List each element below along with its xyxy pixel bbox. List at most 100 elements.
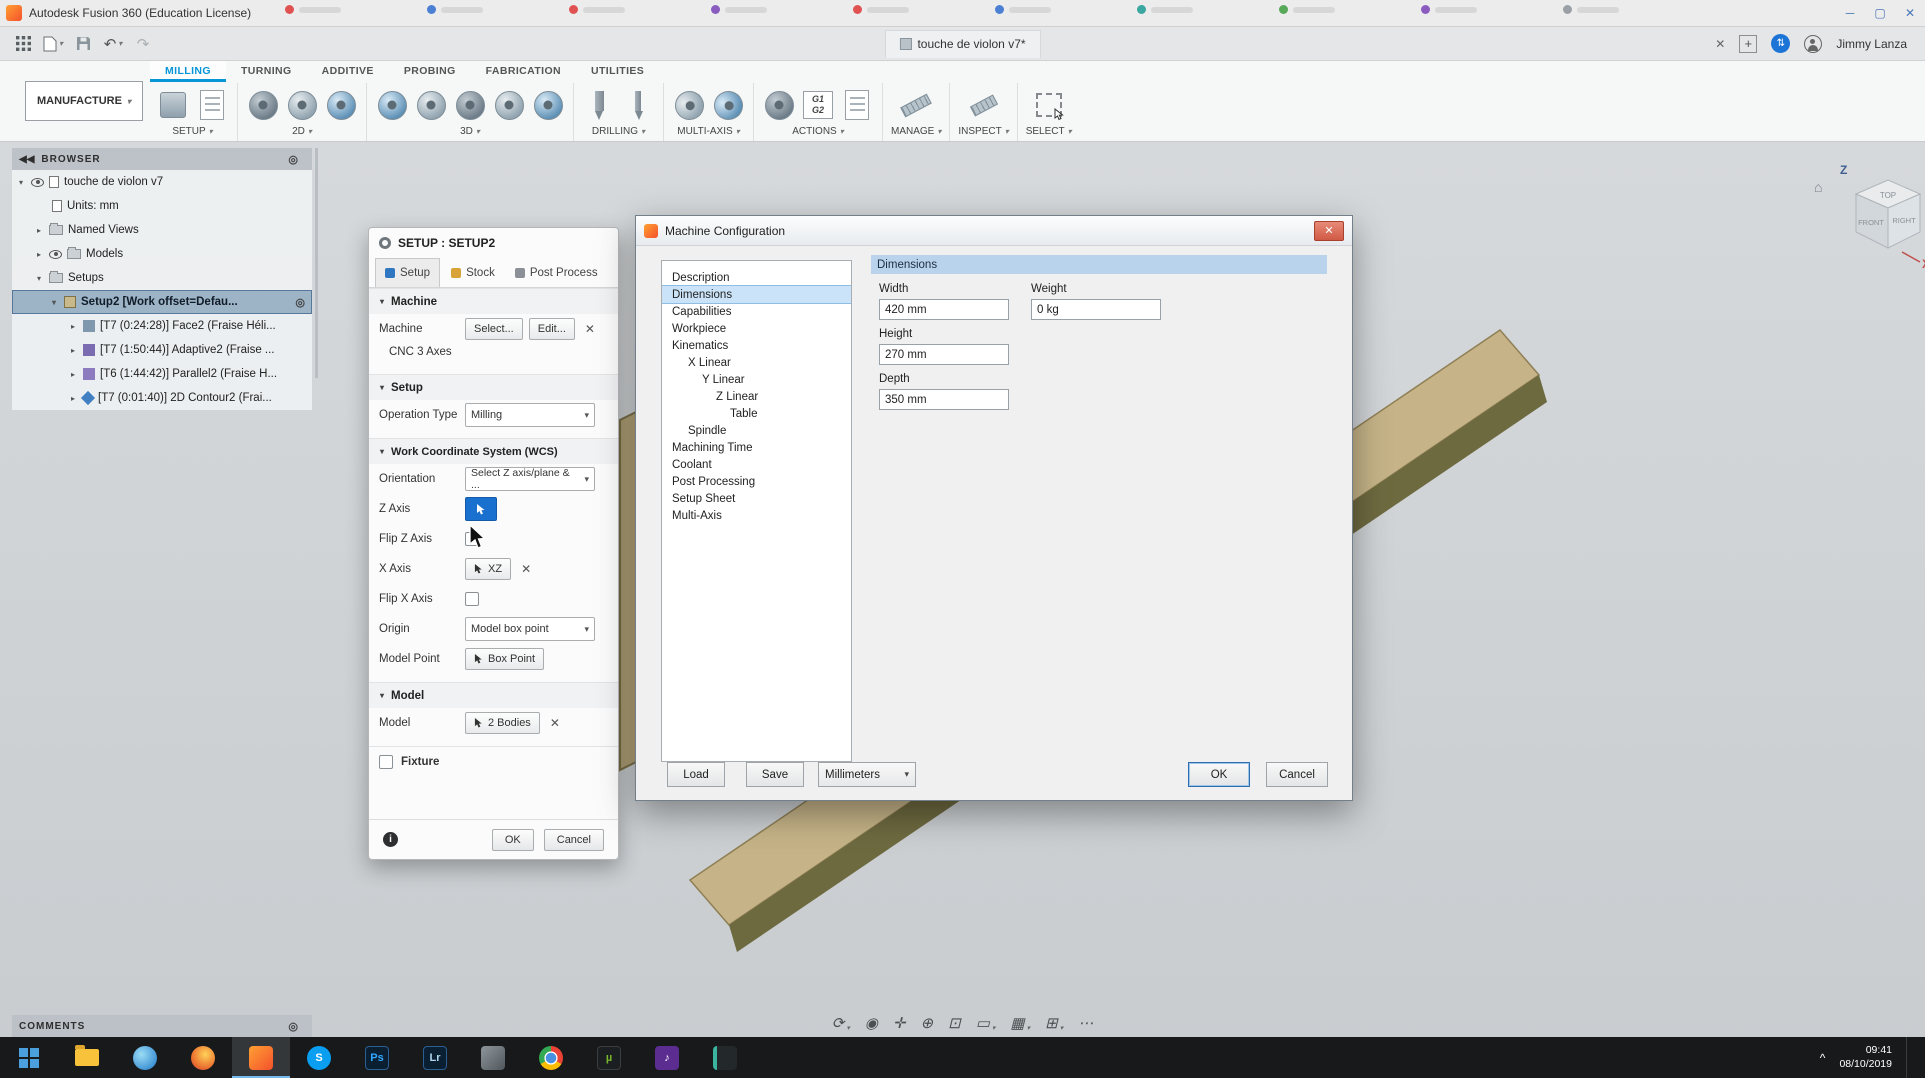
2d-dropdown[interactable]: 2D▾: [292, 126, 312, 137]
close-icon[interactable]: ✕: [1895, 0, 1925, 26]
display-settings-icon[interactable]: ▭▾: [976, 1014, 996, 1032]
file-menu-icon[interactable]: ▾: [38, 30, 68, 58]
ribbon-tab-additive[interactable]: ADDITIVE: [307, 61, 389, 82]
collapse-panel-icon[interactable]: ◀◀: [19, 154, 34, 165]
model-select-button[interactable]: 2 Bodies: [465, 712, 540, 734]
browser-tab[interactable]: [853, 5, 909, 14]
fusion360-icon[interactable]: [232, 1037, 290, 1078]
file-explorer-icon[interactable]: [58, 1037, 116, 1078]
bore-icon[interactable]: [621, 87, 655, 123]
orbit-icon[interactable]: ⟳▾: [832, 1014, 850, 1032]
tree-item-face2[interactable]: ▸[T7 (0:24:28)] Face2 (Fraise Héli...: [12, 314, 312, 338]
video-app-icon[interactable]: [696, 1037, 754, 1078]
tab-close-icon[interactable]: ✕: [1715, 37, 1725, 51]
tree-item-setup2[interactable]: ▾ Setup2 [Work offset=Defau... ◎: [12, 290, 312, 314]
taskbar-clock[interactable]: 09:41 08/10/2019: [1839, 1044, 1892, 1071]
tree-workpiece[interactable]: Workpiece: [662, 320, 851, 337]
new-tab-icon[interactable]: +: [1739, 35, 1757, 53]
machine-select-button[interactable]: Select...: [465, 318, 523, 340]
panel-options-icon[interactable]: ◎: [288, 153, 299, 166]
select-dropdown[interactable]: SELECT▾: [1026, 126, 1072, 137]
browser-tab[interactable]: [285, 5, 341, 14]
comments-panel[interactable]: COMMENTS ◎: [12, 1015, 312, 1037]
more-options-icon[interactable]: ⋯: [1078, 1014, 1093, 1032]
browser-tab[interactable]: [427, 5, 483, 14]
ribbon-tab-utilities[interactable]: UTILITIES: [576, 61, 659, 82]
edge-browser-icon[interactable]: [116, 1037, 174, 1078]
app-grid-icon[interactable]: [8, 30, 38, 58]
tab-setup[interactable]: Setup: [375, 258, 440, 287]
flip-z-checkbox[interactable]: [465, 532, 479, 546]
setup-sheet-report-icon[interactable]: [840, 87, 874, 123]
comments-options-icon[interactable]: ◎: [288, 1020, 299, 1033]
pan-icon[interactable]: ✛: [893, 1014, 906, 1032]
width-input[interactable]: [879, 299, 1009, 320]
tree-item-2dcontour2[interactable]: ▸[T7 (0:01:40)] 2D Contour2 (Frai...: [12, 386, 312, 410]
maximize-icon[interactable]: ▢: [1865, 0, 1895, 26]
2d-pocket-icon[interactable]: [285, 87, 319, 123]
model-clear-icon[interactable]: ✕: [550, 716, 560, 730]
visibility-icon[interactable]: [31, 178, 44, 187]
tree-item-named-views[interactable]: ▸Named Views: [12, 218, 312, 242]
section-model[interactable]: ▾Model: [369, 682, 618, 708]
units-dropdown[interactable]: Millimeters▾: [818, 762, 916, 787]
depth-input[interactable]: [879, 389, 1009, 410]
minimize-icon[interactable]: ─: [1835, 0, 1865, 26]
browser-tab[interactable]: [711, 5, 767, 14]
ribbon-tab-milling[interactable]: MILLING: [150, 61, 226, 82]
2d-contour-icon[interactable]: [324, 87, 358, 123]
look-at-icon[interactable]: ◉: [865, 1014, 878, 1032]
setup-sheet-icon[interactable]: [195, 87, 229, 123]
redo-icon[interactable]: ↷: [128, 30, 158, 58]
tree-coolant[interactable]: Coolant: [662, 456, 851, 473]
ribbon-tab-turning[interactable]: TURNING: [226, 61, 307, 82]
3d-pocket-icon[interactable]: [414, 87, 448, 123]
machine-edit-button[interactable]: Edit...: [529, 318, 575, 340]
tree-capabilities[interactable]: Capabilities: [662, 303, 851, 320]
setup-ok-button[interactable]: OK: [492, 829, 534, 851]
job-status-icon[interactable]: ⇅: [1771, 34, 1790, 53]
game-app-icon[interactable]: [464, 1037, 522, 1078]
chrome-icon[interactable]: [522, 1037, 580, 1078]
tree-x-linear[interactable]: X Linear: [662, 354, 851, 371]
flip-x-checkbox[interactable]: [465, 592, 479, 606]
item-options-icon[interactable]: ◎: [295, 296, 305, 309]
tree-item-units[interactable]: Units: mm: [12, 194, 312, 218]
tool-library-icon[interactable]: [899, 87, 933, 123]
steep-shallow-icon[interactable]: [492, 87, 526, 123]
photoshop-icon[interactable]: Ps: [348, 1037, 406, 1078]
manage-dropdown[interactable]: MANAGE▾: [891, 126, 941, 137]
start-button[interactable]: [0, 1037, 58, 1078]
username[interactable]: Jimmy Lanza: [1836, 37, 1907, 51]
select-icon[interactable]: [1032, 87, 1066, 123]
tree-spindle[interactable]: Spindle: [662, 422, 851, 439]
tree-multi-axis[interactable]: Multi-Axis: [662, 507, 851, 524]
workspace-selector[interactable]: MANUFACTURE▾: [25, 81, 143, 121]
z-axis-select-button[interactable]: [465, 497, 497, 521]
show-desktop-button[interactable]: [1906, 1037, 1911, 1078]
operation-type-dropdown[interactable]: Milling▾: [465, 403, 595, 427]
save-icon[interactable]: [68, 30, 98, 58]
dialog-close-icon[interactable]: ✕: [1314, 221, 1344, 241]
parallel-icon[interactable]: [453, 87, 487, 123]
tree-post-processing[interactable]: Post Processing: [662, 473, 851, 490]
tab-post-process[interactable]: Post Process: [506, 258, 607, 287]
machine-clear-icon[interactable]: ✕: [585, 322, 595, 336]
tree-y-linear[interactable]: Y Linear: [662, 371, 851, 388]
section-wcs[interactable]: ▾Work Coordinate System (WCS): [369, 438, 618, 464]
face-mill-icon[interactable]: [246, 87, 280, 123]
simulate-icon[interactable]: [762, 87, 796, 123]
info-icon[interactable]: i: [383, 832, 398, 847]
section-machine[interactable]: ▾Machine: [369, 288, 618, 314]
firefox-icon[interactable]: [174, 1037, 232, 1078]
multiaxis-dropdown[interactable]: MULTI-AXIS▾: [677, 126, 739, 137]
fixture-checkbox[interactable]: [379, 755, 393, 769]
browser-tab[interactable]: [1421, 5, 1477, 14]
browser-tab[interactable]: [569, 5, 625, 14]
inspect-dropdown[interactable]: INSPECT▾: [958, 126, 1008, 137]
multiaxis-contour-icon[interactable]: [711, 87, 745, 123]
utorrent-icon[interactable]: µ: [580, 1037, 638, 1078]
visibility-icon[interactable]: [49, 250, 62, 259]
tree-description[interactable]: Description: [662, 269, 851, 286]
machine-cancel-button[interactable]: Cancel: [1266, 762, 1328, 787]
